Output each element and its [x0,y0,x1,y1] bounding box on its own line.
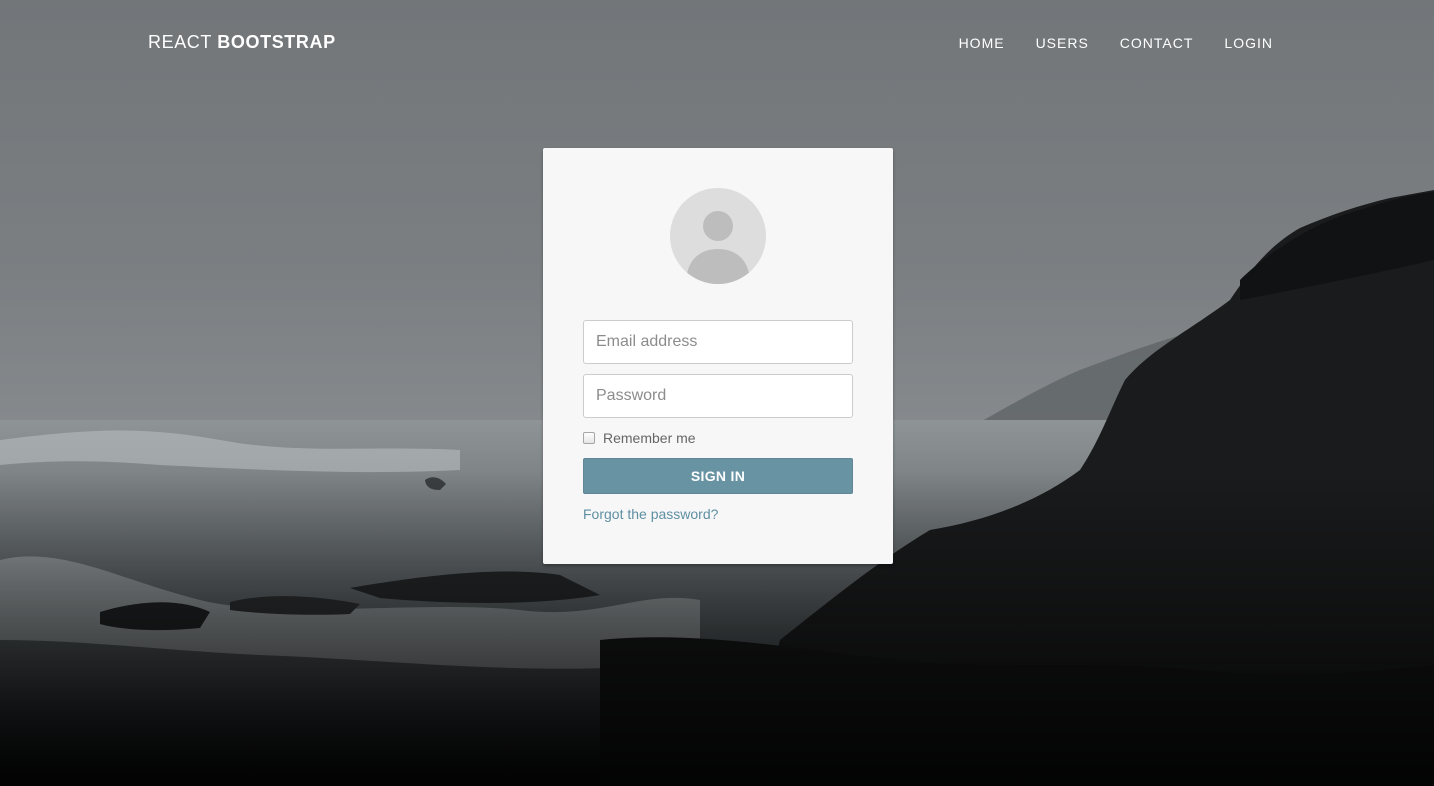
password-field[interactable] [583,374,853,418]
nav-link-contact[interactable]: CONTACT [1120,35,1194,51]
nav-link-login[interactable]: LOGIN [1224,35,1273,51]
brand-logo[interactable]: REACT BOOTSTRAP [148,32,336,53]
nav-link-home[interactable]: HOME [959,35,1005,51]
email-field[interactable] [583,320,853,364]
forgot-password-link[interactable]: Forgot the password? [583,506,718,522]
brand-light-text: REACT [148,32,212,52]
navbar: REACT BOOTSTRAP HOME USERS CONTACT LOGIN [0,0,1434,86]
remember-me-checkbox[interactable] [583,432,595,444]
sign-in-button[interactable]: SIGN IN [583,458,853,494]
brand-bold-text: BOOTSTRAP [217,32,336,52]
user-avatar-icon [670,188,766,284]
remember-me-row[interactable]: Remember me [583,430,696,446]
nav-menu: HOME USERS CONTACT LOGIN [928,35,1273,51]
nav-link-users[interactable]: USERS [1036,35,1089,51]
remember-me-label: Remember me [603,430,696,446]
login-card: Remember me SIGN IN Forgot the password? [543,148,893,564]
